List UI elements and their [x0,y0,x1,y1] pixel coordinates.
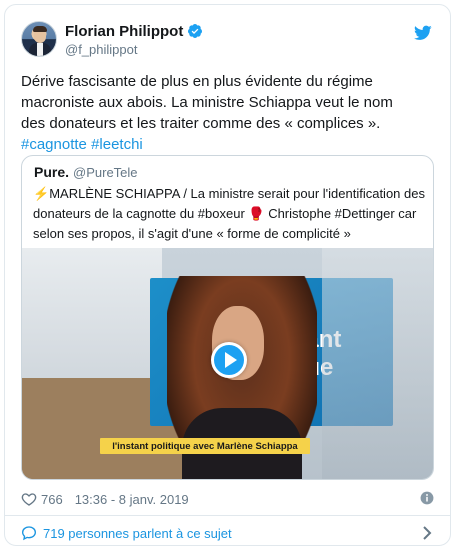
quoted-tweet-text: ⚡MARLÈNE SCHIAPPA / La ministre serait p… [33,184,428,244]
twitter-bird-icon[interactable] [414,25,432,41]
author-display-name[interactable]: Florian Philippot [65,23,183,40]
quoted-author-handle: @PureTele [73,165,138,180]
quoted-tweet[interactable]: Pure. @PureTele ⚡MARLÈNE SCHIAPPA / La m… [21,155,434,480]
tweet-text-body: Dérive fascisante de plus en plus éviden… [21,73,393,132]
conversation-link[interactable]: 719 personnes parlent à ce sujet [21,523,434,543]
tweet-timestamp[interactable]: 13:36 - 8 janv. 2019 [75,492,189,507]
video-player[interactable]: stant ique l'instant politique avec Marl… [22,248,433,479]
chevron-right-icon[interactable] [422,526,432,540]
video-caption-banner: l'instant politique avec Marlène Schiapp… [100,438,310,454]
tweet-meta: 766 13:36 - 8 janv. 2019 [21,489,434,509]
lightning-bolt-icon: ⚡ [33,186,50,201]
author-handle[interactable]: @f_philippot [65,42,137,57]
avatar[interactable] [21,21,57,57]
tweet-header: Florian Philippot @f_philippot [21,21,434,61]
speech-bubble-icon [21,526,37,541]
quoted-author-name: Pure. [34,164,70,180]
conversation-label[interactable]: 719 personnes parlent à ce sujet [43,526,232,541]
info-icon[interactable] [420,491,434,505]
video-studio-rim [322,248,433,479]
verified-badge-icon [188,24,203,38]
hashtag-leetchi-link[interactable]: #leetchi [91,136,143,153]
heart-icon[interactable] [21,491,37,507]
play-button[interactable] [211,342,247,378]
tweet-card: Florian Philippot @f_philippot Dérive fa… [4,4,451,546]
hashtag-cagnotte-link[interactable]: #cagnotte [21,136,87,153]
play-icon [224,352,237,368]
tweet-text: Dérive fascisante de plus en plus éviden… [21,71,421,155]
footer-divider [5,515,450,516]
quoted-tweet-header: Pure. @PureTele [34,164,138,180]
like-count[interactable]: 766 [41,492,63,507]
author-name-row[interactable]: Florian Philippot [65,21,203,41]
boxing-glove-icon: 🥊 [248,206,265,221]
